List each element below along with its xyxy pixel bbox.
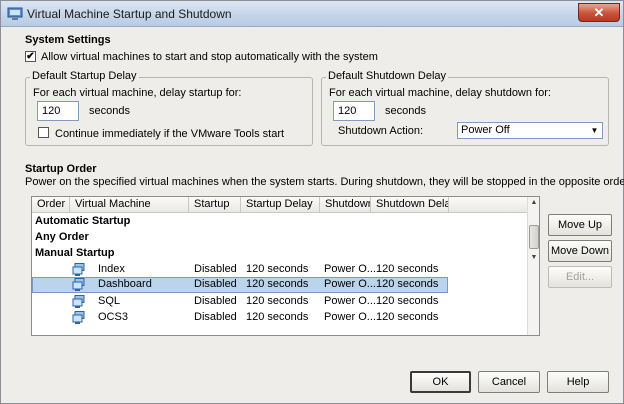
- table-row[interactable]: OCS3 Disabled 120 seconds Power O... 120…: [32, 310, 448, 326]
- vm-startup-delay: 120 seconds: [246, 278, 309, 290]
- list-header: Order Virtual Machine Startup Startup De…: [32, 197, 527, 213]
- startup-delay-input[interactable]: 120: [37, 101, 79, 121]
- shutdown-delay-prompt: For each virtual machine, delay shutdown…: [329, 87, 551, 99]
- shutdown-delay-input[interactable]: 120: [333, 101, 375, 121]
- cancel-button[interactable]: Cancel: [478, 371, 540, 393]
- title-bar: Virtual Machine Startup and Shutdown ✕: [1, 1, 623, 27]
- scroll-up-arrow-icon[interactable]: ▲: [529, 198, 539, 208]
- vm-shutdown-delay: 120 seconds: [376, 263, 439, 275]
- column-header-order[interactable]: Order: [32, 197, 70, 213]
- vm-shutdown-delay: 120 seconds: [376, 311, 439, 323]
- continue-immediately-label: Continue immediately if the VMware Tools…: [55, 128, 285, 140]
- startup-order-heading: Startup Order: [25, 163, 97, 175]
- startup-delay-unit: seconds: [89, 105, 130, 117]
- vm-shutdown-delay: 120 seconds: [376, 278, 439, 290]
- group-manual-startup[interactable]: Manual Startup: [35, 247, 114, 259]
- column-header-shutdown[interactable]: Shutdown: [320, 197, 371, 213]
- vm-startup-delay: 120 seconds: [246, 295, 309, 307]
- vm-startup-delay: 120 seconds: [246, 311, 309, 323]
- vm-name: SQL: [98, 295, 121, 307]
- shutdown-action-select[interactable]: Power Off ▼: [457, 122, 603, 139]
- column-header-shutdown-delay[interactable]: Shutdown Delay: [371, 197, 449, 213]
- vmware-host-icon: [7, 7, 23, 20]
- table-row[interactable]: SQL Disabled 120 seconds Power O... 120 …: [32, 294, 448, 310]
- startup-order-description: Power on the specified virtual machines …: [25, 176, 624, 188]
- virtual-machine-icon: [72, 263, 85, 276]
- vm-name: Dashboard: [98, 278, 152, 290]
- column-header-startup-delay[interactable]: Startup Delay: [241, 197, 320, 213]
- shutdown-action-label: Shutdown Action:: [338, 125, 424, 137]
- virtual-machine-icon: [72, 311, 85, 324]
- group-any-order[interactable]: Any Order: [35, 231, 89, 243]
- allow-auto-start-label: Allow virtual machines to start and stop…: [41, 51, 378, 63]
- column-header-virtual-machine[interactable]: Virtual Machine: [70, 197, 189, 213]
- table-row-selected[interactable]: Dashboard Disabled 120 seconds Power O..…: [32, 277, 448, 293]
- ok-button[interactable]: OK: [410, 371, 471, 393]
- move-down-button[interactable]: Move Down: [548, 240, 612, 262]
- startup-shutdown-dialog: Virtual Machine Startup and Shutdown ✕ S…: [0, 0, 624, 404]
- system-settings-heading: System Settings: [25, 34, 111, 46]
- shutdown-delay-heading: Default Shutdown Delay: [326, 70, 449, 82]
- vm-name: Index: [98, 263, 125, 275]
- window-title: Virtual Machine Startup and Shutdown: [27, 7, 232, 21]
- vm-startup-delay: 120 seconds: [246, 263, 309, 275]
- vm-startup: Disabled: [194, 311, 237, 323]
- move-up-button[interactable]: Move Up: [548, 214, 612, 236]
- scroll-down-arrow-icon[interactable]: ▼: [529, 253, 539, 263]
- vm-startup: Disabled: [194, 278, 237, 290]
- shutdown-action-value: Power Off: [461, 124, 510, 136]
- list-scrollbar[interactable]: ▲ ▼: [527, 197, 539, 335]
- vm-shutdown: Power O...: [324, 278, 376, 290]
- vm-name: OCS3: [98, 311, 128, 323]
- help-button[interactable]: Help: [547, 371, 609, 393]
- startup-delay-heading: Default Startup Delay: [30, 70, 139, 82]
- vm-shutdown: Power O...: [324, 295, 376, 307]
- vm-shutdown-delay: 120 seconds: [376, 295, 439, 307]
- shutdown-delay-unit: seconds: [385, 105, 426, 117]
- virtual-machine-icon: [72, 278, 85, 291]
- vm-order-list[interactable]: Order Virtual Machine Startup Startup De…: [31, 196, 540, 336]
- vm-startup: Disabled: [194, 263, 237, 275]
- close-button[interactable]: ✕: [578, 3, 620, 22]
- vm-shutdown: Power O...: [324, 311, 376, 323]
- vm-shutdown: Power O...: [324, 263, 376, 275]
- dropdown-arrow-icon[interactable]: ▼: [588, 124, 601, 137]
- group-automatic-startup[interactable]: Automatic Startup: [35, 215, 130, 227]
- column-header-startup[interactable]: Startup: [189, 197, 241, 213]
- scrollbar-thumb[interactable]: [529, 225, 539, 249]
- table-row[interactable]: Index Disabled 120 seconds Power O... 12…: [32, 262, 448, 278]
- virtual-machine-icon: [72, 295, 85, 308]
- startup-delay-prompt: For each virtual machine, delay startup …: [33, 87, 242, 99]
- vm-startup: Disabled: [194, 295, 237, 307]
- edit-button[interactable]: Edit...: [548, 266, 612, 288]
- allow-auto-start-checkbox[interactable]: ✔: [25, 51, 36, 62]
- continue-immediately-checkbox[interactable]: [38, 127, 49, 138]
